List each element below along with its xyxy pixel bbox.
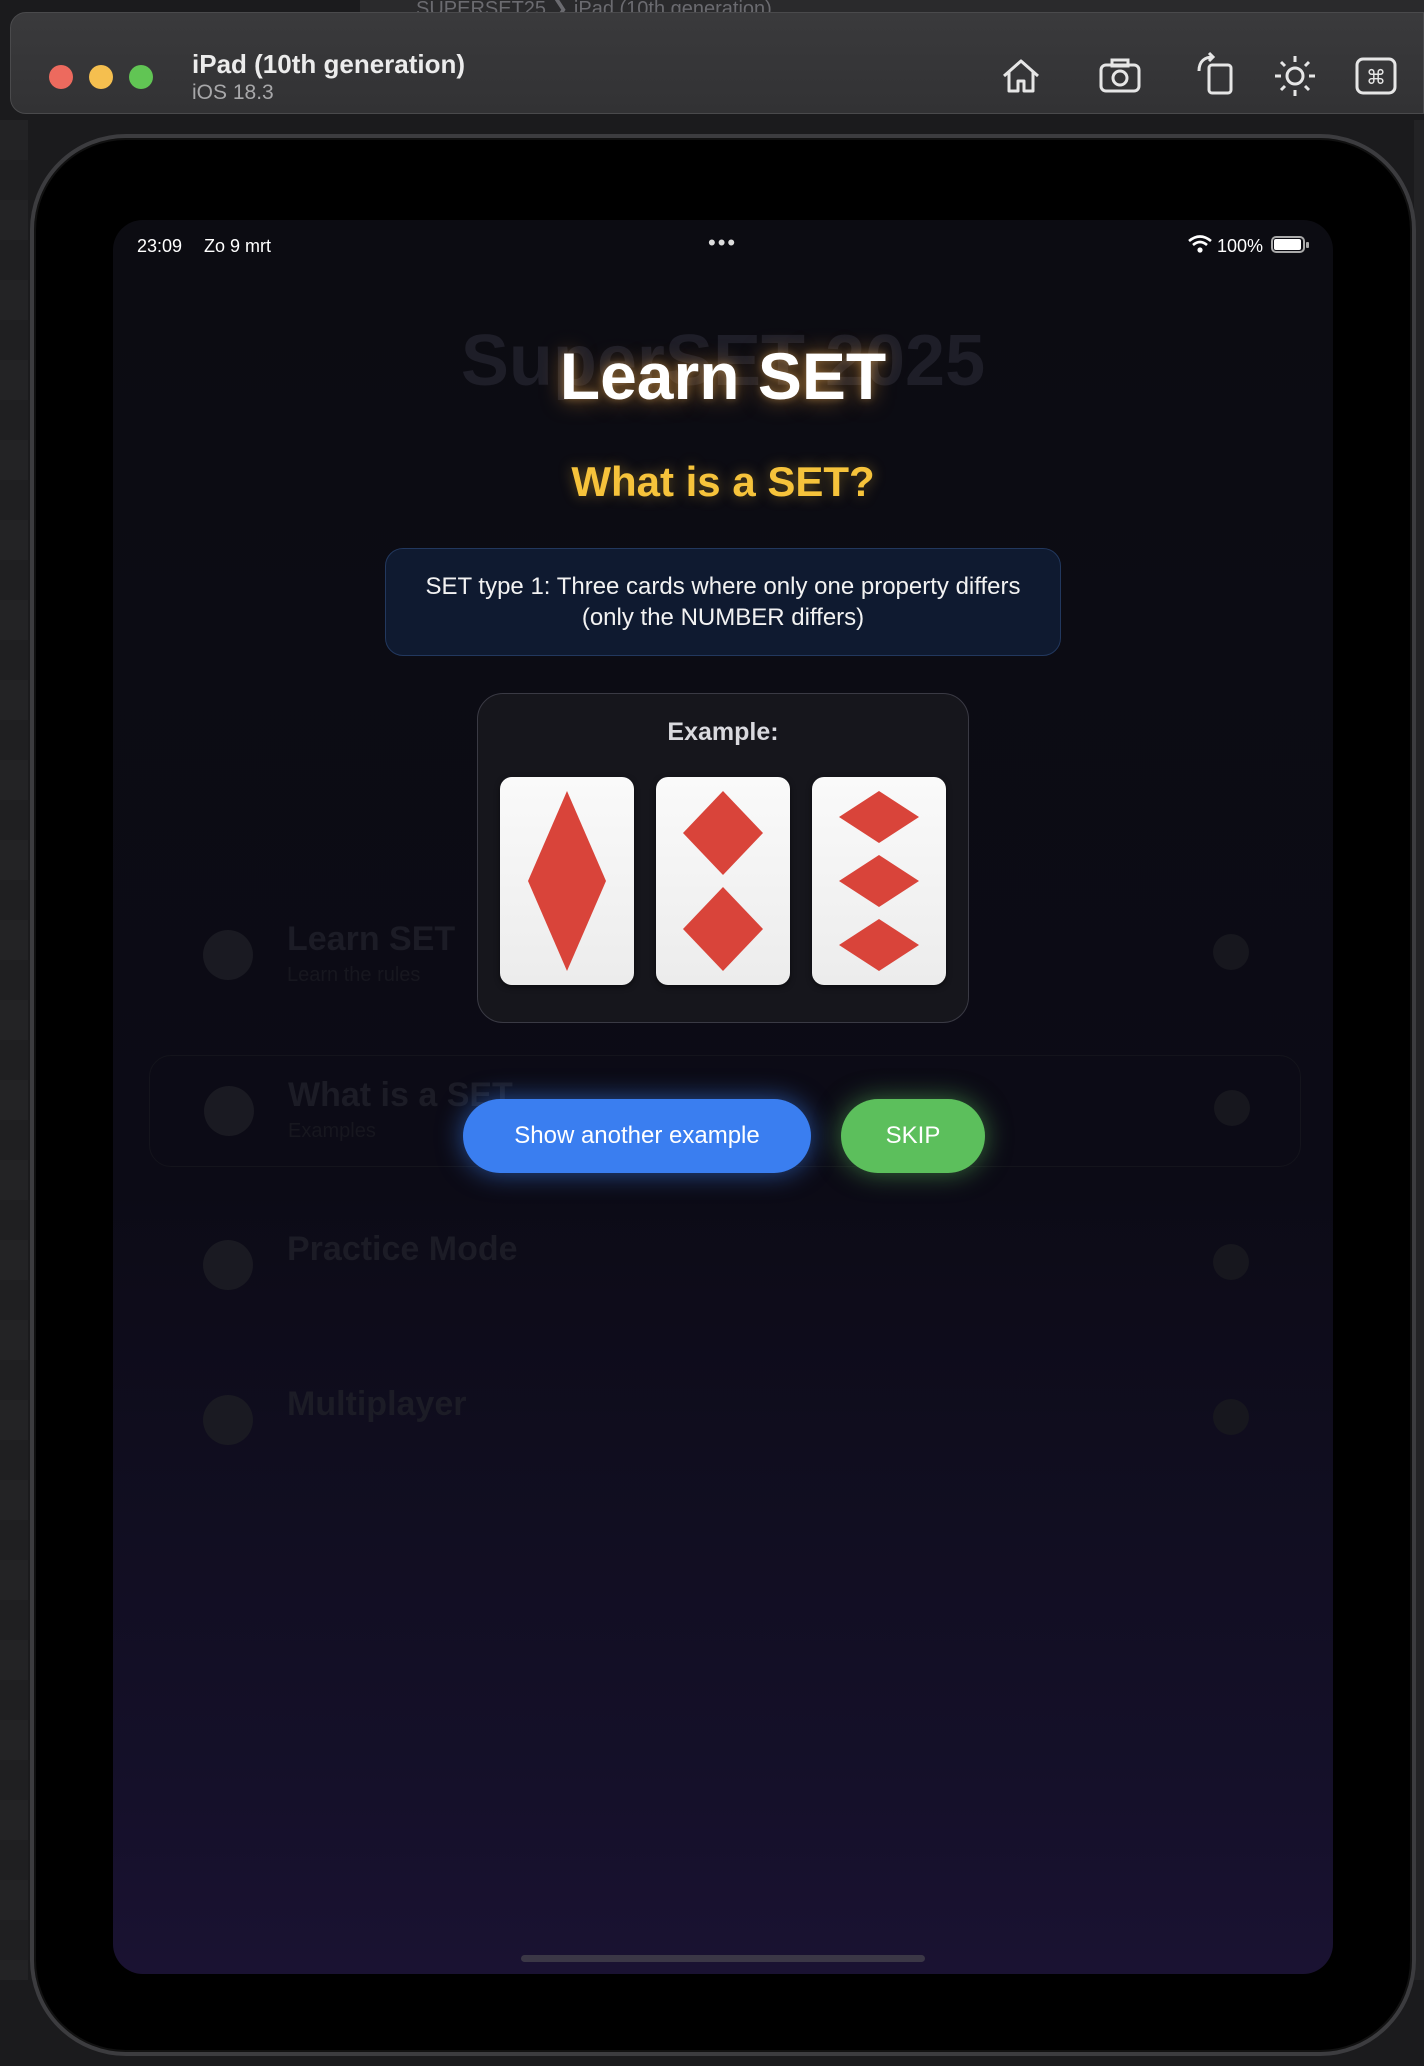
description-line-1: SET type 1: Three cards where only one p… <box>425 573 1021 600</box>
wifi-icon <box>1188 235 1212 253</box>
multiplayer-icon <box>203 1395 253 1445</box>
set-card-1 <box>500 777 634 985</box>
screenshot-icon[interactable] <box>1095 51 1145 101</box>
menu-item-sub: Learn the rules <box>287 964 421 986</box>
minimize-window-button[interactable] <box>89 65 113 89</box>
menu-item-label: Practice Mode <box>287 1230 518 1268</box>
diamond-icon <box>528 791 606 971</box>
chevron-icon <box>1213 1399 1249 1435</box>
lightbulb-icon <box>204 1086 254 1136</box>
multitasking-dots[interactable]: ••• <box>708 230 737 256</box>
status-bar: 23:09 Zo 9 mrt ••• 100% <box>113 220 1333 270</box>
diamond-icon <box>683 791 763 971</box>
command-icon[interactable]: ⌘ <box>1351 51 1401 101</box>
home-icon[interactable] <box>996 51 1046 101</box>
skip-button[interactable]: SKIP <box>841 1099 985 1173</box>
simulator-titlebar: iPad (10th generation) iOS 18.3 ⌘ <box>10 12 1424 114</box>
question-icon <box>203 930 253 980</box>
set-card-2 <box>656 777 790 985</box>
set-card-3 <box>812 777 946 985</box>
device-name: iPad (10th generation) <box>192 49 466 79</box>
example-label: Example: <box>667 718 779 746</box>
home-indicator[interactable] <box>521 1955 925 1962</box>
chevron-icon <box>1213 1244 1249 1280</box>
rotate-icon[interactable] <box>1191 51 1241 101</box>
close-window-button[interactable] <box>49 65 73 89</box>
menu-item-label: Multiplayer <box>287 1385 467 1423</box>
battery-nub <box>1306 242 1309 248</box>
appearance-icon[interactable] <box>1270 51 1320 101</box>
learn-title: Learn SET <box>559 339 887 413</box>
menu-item-label: Learn SET <box>287 920 456 958</box>
svg-text:⌘: ⌘ <box>1366 65 1386 89</box>
status-time: 23:09 <box>137 236 183 256</box>
status-date: Zo 9 mrt <box>204 236 272 256</box>
ipad-screen: 23:09 Zo 9 mrt ••• 100% SuperSET 2025 Le… <box>113 220 1333 1974</box>
description-line-2: (only the NUMBER differs) <box>581 604 865 631</box>
set-type-description: SET type 1: Three cards where only one p… <box>385 548 1061 656</box>
xcode-navigator-strip <box>0 120 28 1980</box>
chevron-icon <box>1214 1090 1250 1126</box>
lesson-subtitle: What is a SET? <box>571 458 875 505</box>
battery-percent: 100% <box>1217 236 1264 256</box>
zoom-window-button[interactable] <box>129 65 153 89</box>
show-another-example-button[interactable]: Show another example <box>463 1099 811 1173</box>
diamond-icon <box>839 791 919 971</box>
menu-item-sub: Examples <box>288 1120 376 1142</box>
battery-icon <box>1271 236 1305 253</box>
os-version: iOS 18.3 <box>192 81 274 104</box>
practice-icon <box>203 1240 253 1290</box>
background-menu-item: Practice Mode <box>149 1210 1299 1320</box>
chevron-icon <box>1213 934 1249 970</box>
example-panel: Example: <box>477 693 969 1023</box>
background-menu-item: Multiplayer <box>149 1365 1299 1475</box>
